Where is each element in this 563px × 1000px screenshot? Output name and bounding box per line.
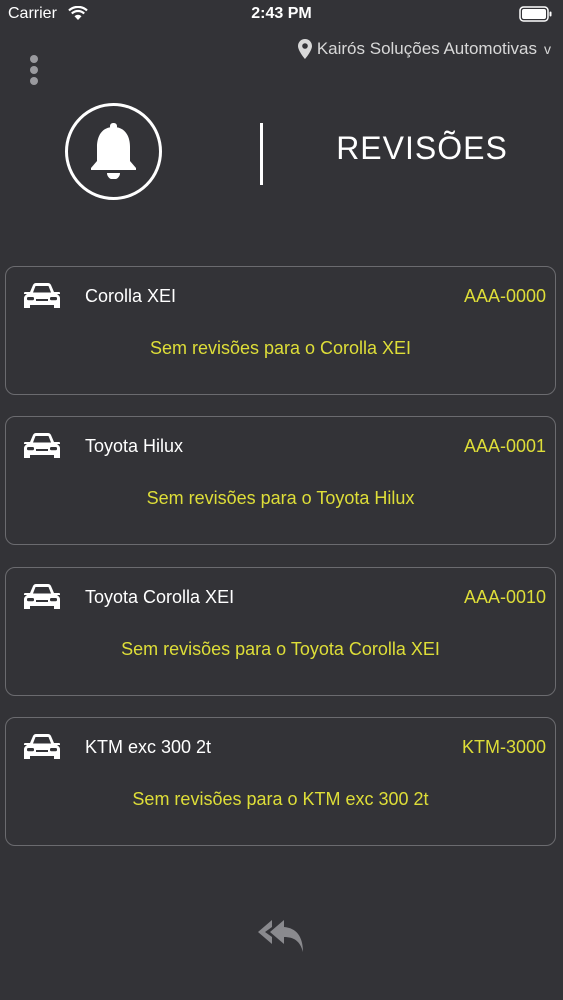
vehicle-name: Toyota Hilux <box>85 436 184 456</box>
header-divider <box>260 123 263 185</box>
vehicle-name: Toyota Corolla XEI <box>85 587 235 607</box>
revision-status: Sem revisões para o KTM exc 300 2t <box>132 789 429 809</box>
more-vertical-icon[interactable] <box>26 55 42 87</box>
revision-status: Sem revisões para o Toyota Corolla XEI <box>121 639 440 659</box>
revision-status: Sem revisões para o Toyota Hilux <box>146 488 415 508</box>
vehicle-card[interactable]: Toyota Hilux AAA-0001 Sem revisões para … <box>5 416 556 545</box>
chevron-down-icon: v <box>544 41 551 57</box>
location-selector[interactable]: Kairós Soluções Automotivas v <box>297 38 551 60</box>
car-icon <box>24 584 60 609</box>
vehicle-plate: KTM-3000 <box>461 737 546 757</box>
car-icon <box>24 734 60 759</box>
reply-all-icon <box>258 920 303 952</box>
bell-badge <box>65 103 162 200</box>
vehicle-plate: AAA-0001 <box>463 436 546 456</box>
car-icon <box>24 283 60 308</box>
vehicle-card[interactable]: KTM exc 300 2t KTM-3000 Sem revisões par… <box>5 717 556 846</box>
bell-icon <box>91 123 136 179</box>
vehicle-card[interactable]: Corolla XEI AAA-0000 Sem revisões para o… <box>5 266 556 395</box>
car-icon <box>24 433 60 458</box>
page-title: REVISÕES <box>336 130 508 166</box>
battery-icon <box>519 6 553 27</box>
revision-status: Sem revisões para o Corolla XEI <box>149 338 412 358</box>
location-name: Kairós Soluções Automotivas <box>316 39 537 58</box>
vehicle-plate: AAA-0010 <box>463 587 546 607</box>
vehicle-name: KTM exc 300 2t <box>85 737 212 757</box>
vehicle-name: Corolla XEI <box>85 286 177 306</box>
back-button[interactable] <box>256 916 308 956</box>
status-bar: Carrier 2:43 PM <box>0 0 563 30</box>
vehicle-plate: AAA-0000 <box>463 286 546 306</box>
vehicle-card[interactable]: Toyota Corolla XEI AAA-0010 Sem revisões… <box>5 567 556 696</box>
map-pin-icon <box>297 39 312 59</box>
clock: 2:43 PM <box>251 5 312 22</box>
